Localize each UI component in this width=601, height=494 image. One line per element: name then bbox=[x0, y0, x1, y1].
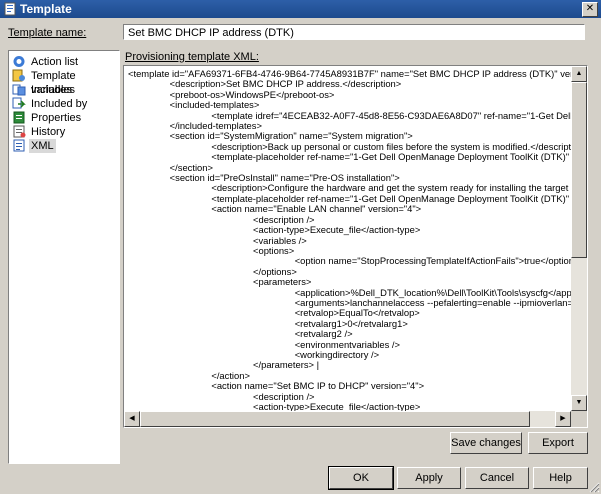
xml-line: <action-type>Execute_file</action-type> bbox=[128, 224, 421, 236]
properties-icon bbox=[13, 111, 25, 124]
title-bar[interactable]: Template ✕ bbox=[0, 0, 601, 18]
sidebar-item-label: XML bbox=[29, 139, 56, 153]
arrow-right-icon: ▶ bbox=[560, 415, 566, 422]
xml-editor[interactable]: <template id="AFA69371-6FB4-4746-9B64-77… bbox=[123, 65, 588, 428]
window-title: Template bbox=[20, 2, 72, 16]
scrollbar-corner bbox=[571, 411, 587, 427]
scroll-down-button[interactable]: ▼ bbox=[571, 395, 587, 411]
xml-line: <parameters> bbox=[128, 276, 312, 288]
arrow-left-icon: ◀ bbox=[129, 415, 135, 422]
xml-line: <action-type>Execute_file</action-type> bbox=[128, 401, 421, 411]
history-icon bbox=[13, 125, 26, 138]
sidebar-item-label: Action list bbox=[31, 56, 79, 68]
sidebar-item-label: Includes bbox=[31, 84, 72, 96]
apply-button[interactable]: Apply bbox=[397, 467, 461, 489]
close-button[interactable]: ✕ bbox=[582, 2, 598, 17]
provisioning-xml-label: Provisioning template XML: bbox=[125, 51, 259, 63]
arrow-up-icon: ▲ bbox=[575, 70, 583, 77]
xml-icon bbox=[13, 139, 25, 152]
sidebar-item-label: History bbox=[31, 126, 66, 138]
xml-text[interactable]: <template id="AFA69371-6FB4-4746-9B64-77… bbox=[128, 69, 572, 411]
sidebar-item-included-by[interactable]: Included by bbox=[12, 97, 116, 111]
horizontal-scrollbar[interactable]: ◀ ▶ bbox=[124, 411, 571, 427]
export-button[interactable]: Export bbox=[528, 432, 588, 454]
template-name-label: Template name: bbox=[8, 27, 87, 39]
includes-icon bbox=[12, 84, 26, 96]
vertical-scrollbar[interactable]: ▲ ▼ bbox=[571, 66, 587, 411]
sidebar-item-includes[interactable]: Includes bbox=[12, 83, 116, 97]
xml-line: <retvalarg2 /> bbox=[128, 328, 353, 340]
help-button[interactable]: Help bbox=[533, 467, 588, 489]
template-name-field: Set BMC DHCP IP address (DTK) bbox=[123, 24, 585, 40]
close-icon: ✕ bbox=[585, 3, 595, 14]
sidebar-item-label: Properties bbox=[31, 112, 82, 124]
sidebar-item-properties[interactable]: Properties bbox=[12, 111, 116, 125]
sidebar: Action list Template variables Includes … bbox=[8, 50, 120, 464]
sidebar-item-xml[interactable]: XML bbox=[12, 139, 116, 153]
horizontal-scroll-thumb[interactable] bbox=[140, 411, 530, 427]
template-window-icon bbox=[4, 2, 16, 16]
scroll-right-button[interactable]: ▶ bbox=[555, 411, 571, 427]
vertical-scroll-thumb[interactable] bbox=[571, 82, 587, 258]
save-changes-button[interactable]: Save changes bbox=[450, 432, 522, 454]
template-variables-icon bbox=[12, 69, 25, 82]
cancel-button[interactable]: Cancel bbox=[465, 467, 529, 489]
ok-button[interactable]: OK bbox=[328, 466, 394, 490]
sidebar-item-label: Included by bbox=[31, 98, 88, 110]
resize-grip-icon[interactable] bbox=[588, 481, 600, 493]
included-by-icon bbox=[12, 97, 26, 109]
sidebar-item-action-list[interactable]: Action list bbox=[12, 55, 116, 69]
scroll-up-button[interactable]: ▲ bbox=[571, 66, 587, 82]
sidebar-item-template-variables[interactable]: Template variables bbox=[12, 69, 116, 96]
sidebar-item-history[interactable]: History bbox=[12, 125, 116, 139]
arrow-down-icon: ▼ bbox=[575, 399, 583, 406]
action-list-icon bbox=[13, 56, 25, 67]
scroll-left-button[interactable]: ◀ bbox=[124, 411, 140, 427]
